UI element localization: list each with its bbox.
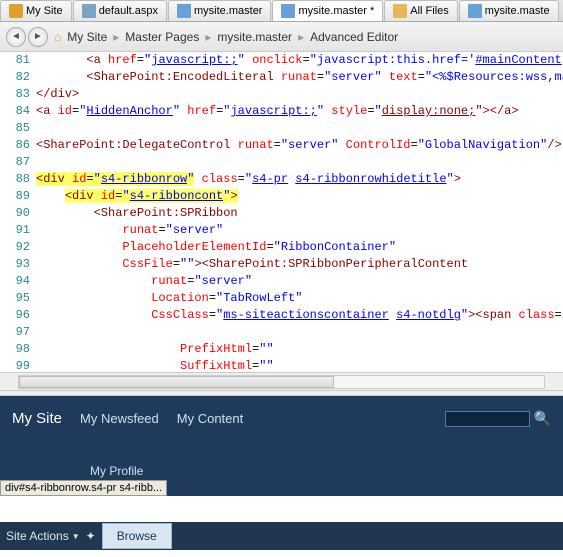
home-icon [9, 4, 23, 18]
search-icon[interactable]: 🔍 [534, 410, 551, 427]
crumb-0[interactable]: My Site [67, 30, 107, 44]
ribbon-bar: Site Actions▼ ✦ Browse [0, 522, 563, 550]
home-icon[interactable]: ⌂ [54, 30, 61, 44]
browse-tab[interactable]: Browse [102, 523, 172, 549]
folder-icon [393, 4, 407, 18]
chevron-right-icon: ▸ [205, 30, 211, 44]
chevron-down-icon: ▼ [72, 532, 80, 541]
tab-label: All Files [410, 5, 449, 17]
back-button[interactable]: ◄ [6, 27, 26, 47]
tab-3[interactable]: mysite.master * [272, 0, 383, 21]
tag-selector-status[interactable]: div#s4-ribbonrow.s4-pr s4-ribb... [0, 480, 167, 496]
tab-0[interactable]: My Site [0, 0, 72, 21]
line-gutter: 8182838485868788899091929394959697989910… [0, 52, 36, 372]
preview-link-newsfeed[interactable]: My Newsfeed [80, 411, 159, 426]
scroll-thumb[interactable] [19, 376, 334, 388]
search-input[interactable] [445, 411, 530, 427]
tab-1[interactable]: default.aspx [73, 0, 167, 21]
crumb-1[interactable]: Master Pages [125, 30, 199, 44]
crumb-3[interactable]: Advanced Editor [310, 30, 398, 44]
chevron-right-icon: ▸ [298, 30, 304, 44]
tab-2[interactable]: mysite.master [168, 0, 271, 21]
preview-brand[interactable]: My Site [12, 410, 62, 427]
breadcrumb: My Site ▸ Master Pages ▸ mysite.master ▸ Advan… [67, 30, 398, 44]
tab-label: mysite.maste [485, 5, 550, 17]
master-icon [281, 4, 295, 18]
tab-label: mysite.master * [298, 5, 374, 17]
forward-button[interactable]: ► [28, 27, 48, 47]
master-icon [468, 4, 482, 18]
tab-label: default.aspx [99, 5, 158, 17]
crumb-2[interactable]: mysite.master [217, 30, 292, 44]
preview-pane: My Site My Newsfeed My Content 🔍 My Prof… [0, 396, 563, 496]
preview-sublink[interactable]: My Profile [90, 464, 143, 478]
tab-4[interactable]: All Files [384, 0, 458, 21]
preview-link-content[interactable]: My Content [177, 411, 243, 426]
toolbar: ◄ ► ⌂ My Site ▸ Master Pages ▸ mysite.master… [0, 22, 563, 52]
code-area[interactable]: <a href="javascript:;" onclick="javascri… [36, 52, 563, 372]
gear-icon[interactable]: ✦ [86, 529, 96, 543]
site-actions-menu[interactable]: Site Actions▼ [6, 529, 80, 543]
master-icon [177, 4, 191, 18]
tab-label: mysite.master [194, 5, 262, 17]
tab-label: My Site [26, 5, 63, 17]
tab-5[interactable]: mysite.maste [459, 0, 559, 21]
tab-bar: My Site default.aspx mysite.master mysite.m… [0, 0, 563, 22]
code-editor[interactable]: 8182838485868788899091929394959697989910… [0, 52, 563, 372]
preview-search: 🔍 [445, 410, 551, 427]
aspx-icon [82, 4, 96, 18]
horizontal-scrollbar[interactable] [0, 372, 563, 390]
chevron-right-icon: ▸ [113, 30, 119, 44]
